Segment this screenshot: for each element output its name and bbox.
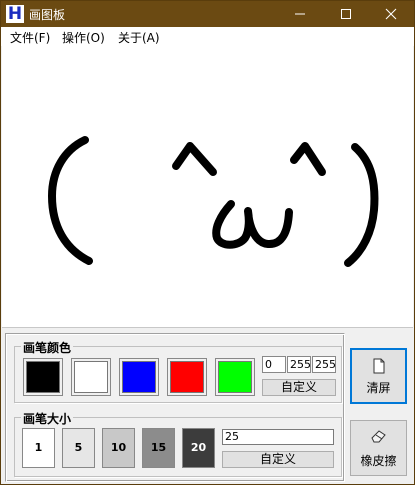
color-swatch-blue[interactable] bbox=[119, 358, 159, 396]
close-icon bbox=[385, 8, 397, 20]
clear-button[interactable]: 清屏 bbox=[350, 348, 407, 404]
size-button-10[interactable]: 10 bbox=[102, 428, 135, 468]
green-value-input[interactable]: 255 bbox=[287, 356, 311, 373]
menu-file[interactable]: 文件(F) bbox=[10, 29, 50, 46]
drawing-strokes bbox=[48, 136, 379, 267]
title-bar[interactable]: H 画图板 bbox=[1, 1, 414, 27]
maximize-button[interactable] bbox=[323, 1, 369, 27]
size-button-15[interactable]: 15 bbox=[142, 428, 175, 468]
close-button[interactable] bbox=[368, 1, 414, 27]
color-swatch-red[interactable] bbox=[167, 358, 207, 396]
menu-about[interactable]: 关于(A) bbox=[118, 29, 160, 46]
color-swatch-black[interactable] bbox=[23, 358, 63, 396]
right-caret-stroke bbox=[290, 142, 326, 176]
minimize-icon bbox=[295, 13, 305, 15]
eraser-icon bbox=[370, 430, 386, 443]
drawing-canvas[interactable] bbox=[2, 46, 413, 328]
color-swatch-green[interactable] bbox=[215, 358, 255, 396]
custom-size-button[interactable]: 自定义 bbox=[222, 451, 334, 468]
eraser-label: 橡皮擦 bbox=[360, 454, 397, 468]
omega-stroke bbox=[212, 200, 293, 249]
pen-size-label: 画笔大小 bbox=[21, 410, 74, 427]
left-paren-stroke bbox=[48, 136, 93, 265]
paint-window: H 画图板 文件(F) 操作(O) 关于(A) 画笔颜色 0 255 255 自… bbox=[0, 0, 415, 485]
size-button-1[interactable]: 1 bbox=[22, 428, 55, 468]
blue-value-input[interactable]: 255 bbox=[312, 356, 336, 373]
menu-operate[interactable]: 操作(O) bbox=[62, 29, 105, 46]
window-title: 画图板 bbox=[29, 8, 66, 22]
app-icon: H bbox=[6, 4, 24, 24]
size-button-20[interactable]: 20 bbox=[182, 428, 215, 468]
custom-color-button[interactable]: 自定义 bbox=[262, 379, 336, 396]
clear-label: 清屏 bbox=[366, 381, 391, 395]
pen-size-input[interactable]: 25 bbox=[222, 429, 334, 445]
size-button-5[interactable]: 5 bbox=[62, 428, 95, 468]
document-icon bbox=[373, 358, 384, 374]
menu-bar: 文件(F) 操作(O) 关于(A) bbox=[1, 27, 414, 46]
color-swatch-white[interactable] bbox=[71, 358, 111, 396]
maximize-icon bbox=[341, 9, 351, 19]
left-caret-stroke bbox=[172, 142, 217, 176]
eraser-button[interactable]: 橡皮擦 bbox=[350, 420, 407, 476]
red-value-input[interactable]: 0 bbox=[262, 356, 286, 373]
right-paren-stroke bbox=[344, 143, 379, 267]
pen-color-label: 画笔颜色 bbox=[21, 339, 74, 356]
minimize-button[interactable] bbox=[277, 1, 323, 27]
